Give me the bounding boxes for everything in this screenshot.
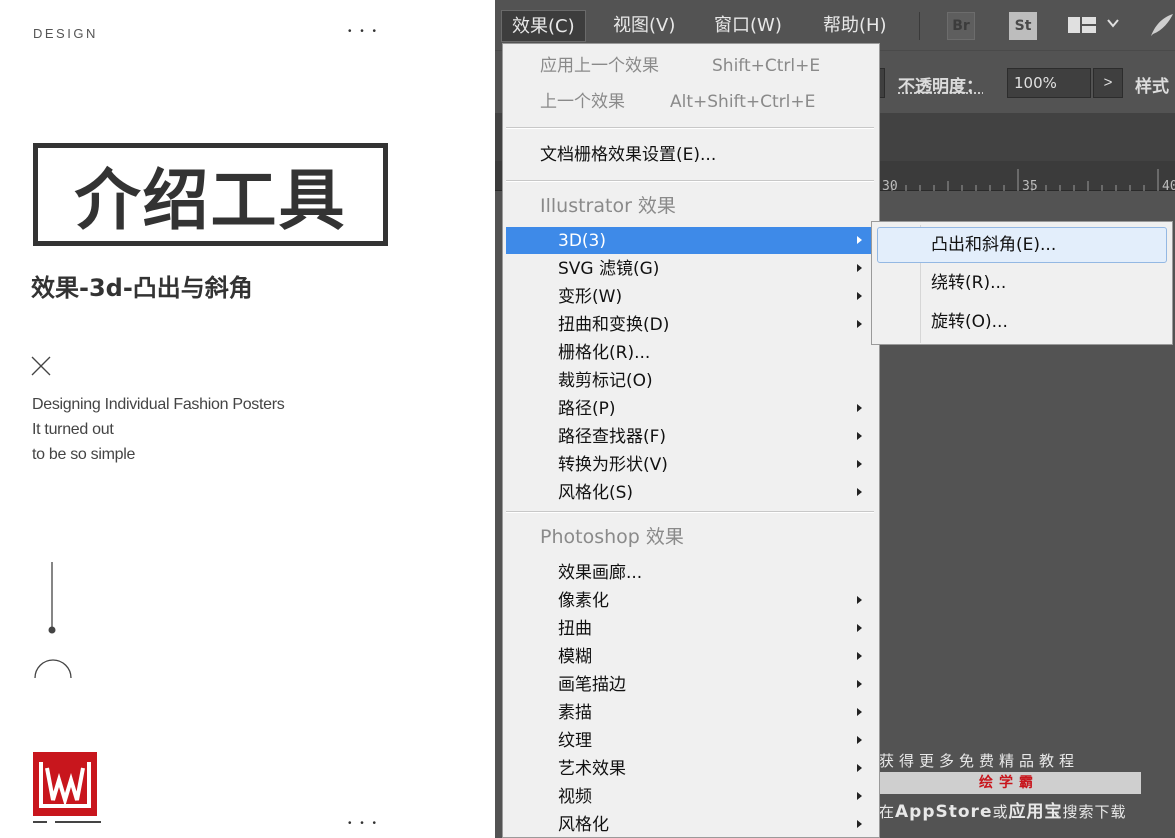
- title-frame: 介绍工具: [33, 143, 388, 246]
- menu-item-crop-marks[interactable]: 裁剪标记(O): [558, 367, 653, 395]
- stock-icon[interactable]: St: [1009, 12, 1037, 40]
- menu-item-3d[interactable]: 3D(3): [558, 227, 606, 255]
- promo-app: 应用宝: [1009, 802, 1063, 822]
- menu-item-ps-stylize[interactable]: 风格化: [558, 811, 609, 838]
- menu-view[interactable]: 视图(V): [603, 10, 685, 42]
- menu-item-rotate[interactable]: 旋转(O)...: [931, 308, 1008, 336]
- arc-icon: [33, 657, 73, 679]
- tagline-line-1: Designing Individual Fashion Posters: [32, 396, 284, 414]
- more-dots-icon: • • •: [348, 26, 379, 37]
- menu-item-sketch[interactable]: 素描: [558, 699, 592, 727]
- page-subtitle: 效果-3d-凸出与斜角: [31, 268, 253, 303]
- menu-separator: [506, 127, 874, 129]
- opacity-input[interactable]: 100%: [1007, 68, 1091, 98]
- menu-item-effect-gallery[interactable]: 效果画廊...: [558, 559, 642, 587]
- style-label[interactable]: 样式: [1135, 72, 1169, 97]
- menu-separator: [919, 12, 920, 40]
- menu-item-last-effect[interactable]: 上一个效果: [540, 88, 625, 116]
- menu-item-artistic[interactable]: 艺术效果: [558, 755, 626, 783]
- pin-line-icon: [44, 560, 60, 638]
- menu-item-raster-settings[interactable]: 文档栅格效果设置(E)...: [540, 141, 716, 169]
- submenu-arrow-icon: [857, 432, 862, 440]
- brand-logo: [33, 752, 97, 816]
- opacity-label[interactable]: 不透明度：: [898, 72, 983, 97]
- submenu-arrow-icon: [857, 596, 862, 604]
- promo-or: 或: [992, 803, 1008, 821]
- menu-item-brush-strokes[interactable]: 画笔描边: [558, 671, 626, 699]
- tagline-line-3: to be so simple: [32, 446, 135, 464]
- menu-item-svg-filters[interactable]: SVG 滤镜(G): [558, 255, 659, 283]
- menu-item-blur[interactable]: 模糊: [558, 643, 592, 671]
- menu-item-pathfinder[interactable]: 路径查找器(F): [558, 423, 666, 451]
- menu-separator: [506, 180, 874, 182]
- cross-icon: [30, 355, 52, 377]
- submenu-arrow-icon: [857, 264, 862, 272]
- intro-card: DESIGN • • • 介绍工具 效果-3d-凸出与斜角 Designing …: [0, 0, 495, 838]
- submenu-arrow-icon: [857, 764, 862, 772]
- submenu-arrow-icon: [857, 320, 862, 328]
- menu-item-distort[interactable]: 扭曲: [558, 615, 592, 643]
- illustrator-effects-heading: Illustrator 效果: [540, 192, 676, 220]
- menu-item-distort-transform[interactable]: 扭曲和变换(D): [558, 311, 669, 339]
- promo-brand: 绘学霸: [877, 772, 1141, 794]
- submenu-arrow-icon: [857, 460, 862, 468]
- submenu-arrow-icon: [857, 792, 862, 800]
- submenu-arrow-icon: [857, 624, 862, 632]
- submenu-arrow-icon: [857, 292, 862, 300]
- submenu-arrow-icon: [857, 404, 862, 412]
- chevron-down-icon[interactable]: [1107, 18, 1119, 28]
- submenu-arrow-icon: [857, 236, 862, 244]
- promo-line: 获得更多免费精品教程: [879, 750, 1079, 771]
- menu-item-apply-last-effect[interactable]: 应用上一个效果: [540, 52, 659, 80]
- promo-prefix: 在: [879, 803, 895, 821]
- logo-underline: [33, 821, 101, 824]
- submenu-arrow-icon: [857, 488, 862, 496]
- shortcut-apply-last: Shift+Ctrl+E: [712, 52, 820, 80]
- page-title: 介绍工具: [75, 147, 347, 243]
- menu-separator: [506, 511, 874, 513]
- bridge-icon[interactable]: Br: [947, 12, 975, 40]
- promo-appstore: AppStore: [895, 802, 992, 822]
- submenu-arrow-icon: [857, 680, 862, 688]
- menu-item-video[interactable]: 视频: [558, 783, 592, 811]
- menu-item-pixelate[interactable]: 像素化: [558, 587, 609, 615]
- photoshop-effects-heading: Photoshop 效果: [540, 523, 684, 551]
- submenu-arrow-icon: [857, 652, 862, 660]
- promo-download-line: 在AppStore或应用宝搜索下载: [879, 797, 1127, 822]
- submenu-arrow-icon: [857, 736, 862, 744]
- menu-help[interactable]: 帮助(H): [813, 10, 897, 42]
- effect-menu-dropdown: 应用上一个效果 Shift+Ctrl+E 上一个效果 Alt+Shift+Ctr…: [502, 43, 880, 838]
- promo-suffix: 搜索下载: [1063, 803, 1127, 821]
- menu-item-stylize[interactable]: 风格化(S): [558, 479, 633, 507]
- submenu-arrow-icon: [857, 820, 862, 828]
- opacity-dropdown-button[interactable]: >: [1093, 68, 1123, 98]
- menu-item-path[interactable]: 路径(P): [558, 395, 616, 423]
- menu-item-extrude-bevel[interactable]: 凸出和斜角(E)...: [931, 231, 1056, 259]
- 3d-submenu: 凸出和斜角(E)... 绕转(R)... 旋转(O)...: [871, 221, 1173, 345]
- menu-item-convert-to-shape[interactable]: 转换为形状(V): [558, 451, 668, 479]
- workspace-layout-icon[interactable]: [1067, 15, 1097, 35]
- feather-icon[interactable]: [1147, 12, 1175, 38]
- submenu-arrow-icon: [857, 708, 862, 716]
- design-label: DESIGN: [33, 26, 98, 41]
- menu-item-warp[interactable]: 变形(W): [558, 283, 622, 311]
- menu-window[interactable]: 窗口(W): [704, 10, 792, 42]
- tagline-line-2: It turned out: [32, 421, 114, 439]
- menu-item-revolve[interactable]: 绕转(R)...: [931, 269, 1006, 297]
- more-dots-icon: • • •: [348, 818, 379, 829]
- menu-item-texture[interactable]: 纹理: [558, 727, 592, 755]
- menu-effect[interactable]: 效果(C): [501, 10, 586, 42]
- menu-item-rasterize[interactable]: 栅格化(R)...: [558, 339, 650, 367]
- shortcut-last-effect: Alt+Shift+Ctrl+E: [670, 88, 815, 116]
